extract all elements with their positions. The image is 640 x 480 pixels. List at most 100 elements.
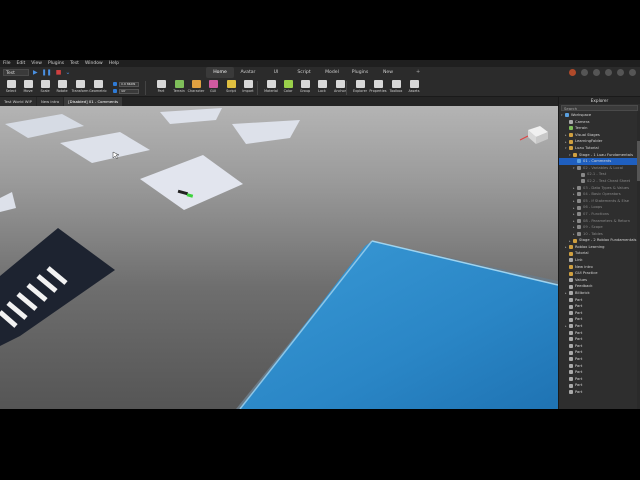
explorer-item[interactable]: Part <box>559 376 640 383</box>
explorer-item[interactable]: ▸ 06 - Loops <box>559 204 640 211</box>
avatar[interactable] <box>569 69 576 76</box>
explorer-item[interactable]: ▸ 10 - Tables <box>559 231 640 238</box>
explorer-item[interactable]: 02.1 - Test <box>559 171 640 178</box>
explorer-button[interactable]: Explorer <box>351 80 369 93</box>
explorer-item[interactable]: 01 - Comments <box>559 158 640 165</box>
import-button[interactable]: Import <box>239 80 257 93</box>
menu-item-view[interactable]: View <box>31 60 42 67</box>
explorer-item[interactable]: Part <box>559 316 640 323</box>
place-select[interactable]: Test <box>3 69 29 76</box>
explorer-item[interactable]: Terrain <box>559 125 640 132</box>
explorer-search-input[interactable]: Search <box>561 105 638 111</box>
rotate-snap-checkbox[interactable] <box>113 89 117 93</box>
tab-new[interactable]: New <box>374 67 402 78</box>
tab-model[interactable]: Model <box>318 67 346 78</box>
geometric-button[interactable]: Geometric <box>89 80 107 93</box>
explorer-item[interactable]: ▸ 04 - Basic Operators <box>559 191 640 198</box>
color-button[interactable]: Color <box>279 80 297 93</box>
explorer-item[interactable]: Part <box>559 336 640 343</box>
explorer-item[interactable]: ▾ Workspace <box>559 112 640 119</box>
group-button[interactable]: Group <box>296 80 314 93</box>
move-snap-checkbox[interactable] <box>113 82 117 86</box>
select-button[interactable]: Select <box>2 80 20 93</box>
3d-viewport[interactable] <box>0 106 558 409</box>
explorer-item[interactable]: Part <box>559 382 640 389</box>
character-button[interactable]: Character <box>187 80 205 93</box>
part-button[interactable]: Part <box>152 80 170 93</box>
explorer-item[interactable]: Camera <box>559 119 640 126</box>
gui-button[interactable]: GUI <box>204 80 222 93</box>
move-snap-input[interactable] <box>119 81 139 87</box>
notifications-icon[interactable] <box>593 69 600 76</box>
document-tab[interactable]: New intro <box>36 97 64 106</box>
properties-button[interactable]: Properties <box>369 80 387 93</box>
add-tab-icon[interactable]: + <box>416 67 420 78</box>
rotate-button[interactable]: Rotate <box>53 80 71 93</box>
explorer-item[interactable]: Part <box>559 310 640 317</box>
explorer-item[interactable]: ▾ 02 - Variables & Local <box>559 165 640 172</box>
share-icon[interactable] <box>581 69 588 76</box>
script-button[interactable]: Script <box>222 80 240 93</box>
explorer-item[interactable]: Part <box>559 363 640 370</box>
explorer-item[interactable]: ▸ 09 - Scope <box>559 224 640 231</box>
explorer-item[interactable]: ▸ 05 - If Statements & Else <box>559 198 640 205</box>
transform-button[interactable]: Transform <box>71 80 89 93</box>
explorer-item[interactable]: Part <box>559 303 640 310</box>
dropdown-icon[interactable]: ⌄ <box>65 67 70 78</box>
screen-icon[interactable] <box>617 69 624 76</box>
cloud-icon[interactable] <box>605 69 612 76</box>
explorer-item[interactable]: ▸ Visual Stages <box>559 132 640 139</box>
tab-plugins[interactable]: Plugins <box>346 67 374 78</box>
terrain-button[interactable]: Terrain <box>170 80 188 93</box>
play-icon[interactable]: ▶ <box>33 67 38 78</box>
menu-item-window[interactable]: Window <box>85 60 103 67</box>
explorer-item[interactable]: Feedback <box>559 283 640 290</box>
explorer-item[interactable]: 02.2 - Test Cheat Sheet <box>559 178 640 185</box>
explorer-item[interactable]: ▸ Billbrick <box>559 290 640 297</box>
explorer-item[interactable]: ▸ 08 - Parameters & Return <box>559 218 640 225</box>
scale-button[interactable]: Scale <box>36 80 54 93</box>
explorer-item[interactable]: Link <box>559 257 640 264</box>
explorer-item[interactable]: Values <box>559 277 640 284</box>
explorer-item[interactable]: Part <box>559 297 640 304</box>
stop-icon[interactable]: ■ <box>56 67 62 78</box>
explorer-item[interactable]: ▸ 07 - Functions <box>559 211 640 218</box>
toolbox-button[interactable]: Toolbox <box>387 80 405 93</box>
tab-ui[interactable]: UI <box>262 67 290 78</box>
rotate-snap-input[interactable] <box>119 88 139 94</box>
menu-item-help[interactable]: Help <box>109 60 119 67</box>
explorer-item[interactable]: Part <box>559 330 640 337</box>
document-tab[interactable]: Test World WIP <box>0 97 36 106</box>
explorer-item[interactable]: ▸ Roblox Learning <box>559 244 640 251</box>
tab-avatar[interactable]: Avatar <box>234 67 262 78</box>
explorer-item[interactable]: ▸ Stage - 2 Roblox Fundamentals <box>559 237 640 244</box>
explorer-item[interactable]: Part <box>559 369 640 376</box>
document-tab[interactable]: [Disabled] 01 - Comments <box>64 97 123 106</box>
pause-icon[interactable]: ❚❚ <box>42 67 52 78</box>
explorer-item[interactable]: Part <box>559 343 640 350</box>
explorer-item[interactable]: ▸ LearningFolder <box>559 138 640 145</box>
tab-home[interactable]: Home <box>206 67 234 78</box>
menu-item-file[interactable]: File <box>3 60 11 67</box>
settings-icon[interactable] <box>629 69 636 76</box>
explorer-item[interactable]: Part <box>559 356 640 363</box>
explorer-item[interactable]: ▾ Stage - 1 Luau Fundamentals <box>559 152 640 159</box>
tool-label: Material <box>264 89 278 93</box>
assets-button[interactable]: Assets <box>405 80 423 93</box>
explorer-item[interactable]: New intro <box>559 264 640 271</box>
explorer-item[interactable]: GUI Practice <box>559 270 640 277</box>
material-button[interactable]: Material <box>262 80 280 93</box>
menu-item-edit[interactable]: Edit <box>17 60 26 67</box>
explorer-item[interactable]: Part <box>559 349 640 356</box>
view-cube[interactable] <box>519 126 548 144</box>
menu-item-plugins[interactable]: Plugins <box>48 60 64 67</box>
explorer-item[interactable]: ▸ Part <box>559 323 640 330</box>
explorer-item[interactable]: Part <box>559 389 640 396</box>
lock-button[interactable]: Lock <box>313 80 331 93</box>
move-button[interactable]: Move <box>19 80 37 93</box>
explorer-item[interactable]: Tutorial <box>559 250 640 257</box>
explorer-item[interactable]: ▸ 03 - Data Types & Values <box>559 185 640 192</box>
tab-script[interactable]: Script <box>290 67 318 78</box>
explorer-item[interactable]: ▾ Luau Tutorial <box>559 145 640 152</box>
menu-item-test[interactable]: Test <box>70 60 79 67</box>
